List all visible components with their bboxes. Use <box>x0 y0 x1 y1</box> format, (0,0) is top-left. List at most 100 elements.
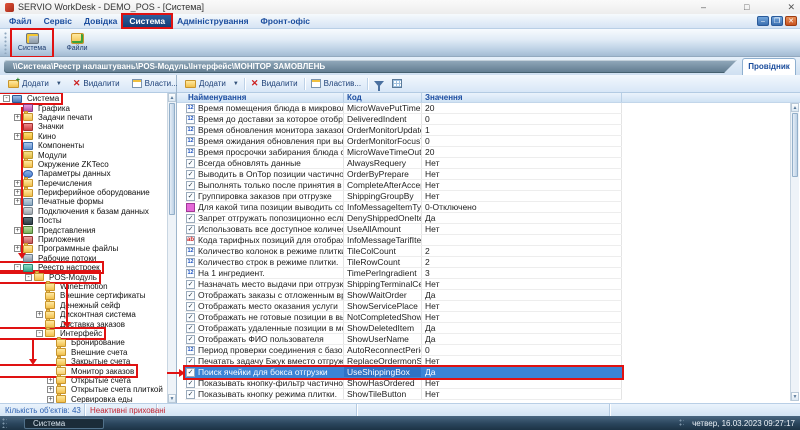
menu-item[interactable]: Система <box>123 15 171 27</box>
tree-item[interactable]: + Дисконтная система <box>0 310 138 319</box>
add-dropdown-icon[interactable]: ▼ <box>230 81 242 87</box>
table-row[interactable]: 12 Количество колонок в режиме плитки. T… <box>185 246 622 257</box>
table-row[interactable]: 12 Время обновления монитора заказов. Or… <box>185 125 622 136</box>
menu-item[interactable]: Сервіс <box>38 15 78 27</box>
tree-item[interactable]: + Сервировка еды <box>0 395 135 404</box>
column-header-value[interactable]: Значення <box>422 93 622 102</box>
expander-icon[interactable]: - <box>36 330 43 337</box>
expander-icon[interactable]: + <box>47 377 54 384</box>
table-row[interactable]: 12 Количество строк в режиме плитки. Til… <box>185 257 622 268</box>
tree-item[interactable]: Параметры данных <box>0 169 113 178</box>
table-row[interactable]: ✓ Выполнять только после принятия в рабо… <box>185 180 622 191</box>
table-row[interactable]: ✓ Запрет отгружать попозиционно если вес… <box>185 213 622 224</box>
tree-scrollbar[interactable]: ▲ ▼ <box>167 93 176 403</box>
expander-icon[interactable]: - <box>14 264 21 271</box>
toolbar-button[interactable]: Файли <box>57 30 97 56</box>
tree-item[interactable]: + Перечисления <box>0 179 94 188</box>
tree-item[interactable]: Внешние счета <box>0 348 129 357</box>
tree-item[interactable]: + Открытые счета плиткой <box>0 385 165 394</box>
table-scrollbar[interactable]: ▲ ▼ <box>790 103 799 401</box>
tab-system-window[interactable]: Система <box>24 418 104 429</box>
tree-item[interactable]: Модули <box>0 150 69 159</box>
table-row[interactable]: ✓ Показывать кнопку-фильтр частично приг… <box>185 378 622 389</box>
tree-item[interactable]: + Кино <box>0 132 58 141</box>
table-row[interactable]: ✓ Использовать все доступное количество … <box>185 224 622 235</box>
tree-item[interactable]: Графика <box>0 103 72 112</box>
tree-item[interactable]: + Печатные формы <box>0 197 106 206</box>
table-row[interactable]: ✓ Показывать кнопку режима плитки. ShowT… <box>185 389 622 400</box>
tree-item[interactable]: Бронирование <box>0 338 127 347</box>
tree-item[interactable]: + Представления <box>0 225 98 234</box>
grid-settings-button[interactable] <box>388 77 406 91</box>
tree-item[interactable]: Окружение ZKTeco <box>0 160 111 169</box>
table-row[interactable]: 12 Период проверки соединения с базой да… <box>185 345 622 356</box>
tree-item[interactable]: Посты <box>0 216 64 225</box>
tree-item[interactable]: - Реестр настроек <box>0 263 102 272</box>
settings-properties-button[interactable]: Властив... <box>307 77 366 91</box>
table-row[interactable]: 12 Время до доставки за которое отобража… <box>185 114 622 125</box>
scroll-up-icon[interactable]: ▲ <box>791 103 799 112</box>
tree-item[interactable]: - Интерфейс <box>0 329 104 338</box>
settings-add-button[interactable]: Додати <box>181 77 230 91</box>
table-row[interactable]: ✓ Отображать не готовые позиции в выдаче… <box>185 312 622 323</box>
tree-item[interactable]: Рабочие потоки <box>0 254 98 263</box>
toolbar-grip[interactable] <box>4 32 8 54</box>
expander-icon[interactable]: + <box>14 133 21 140</box>
expander-icon[interactable]: + <box>47 396 54 403</box>
menu-item[interactable]: Адміністрування <box>171 15 254 27</box>
add-dropdown-icon[interactable]: ▼ <box>53 81 65 87</box>
column-header-name[interactable]: Найменування <box>185 93 344 102</box>
expander-icon[interactable]: + <box>14 198 21 205</box>
tree-item[interactable]: Компоненты <box>0 141 86 150</box>
minimize-icon[interactable]: – <box>701 1 706 13</box>
expander-icon[interactable]: - <box>3 95 10 102</box>
tree-item[interactable]: Монитор заказов <box>0 366 136 375</box>
table-row[interactable]: ✓ Выводить в OnTop позиции частично приг… <box>185 169 622 180</box>
tab-explorer[interactable]: Провідник <box>742 58 796 75</box>
tree-properties-button[interactable]: Власти... <box>128 77 182 91</box>
tree-item[interactable]: WineEmotion <box>0 282 110 291</box>
tree-scroll-thumb[interactable] <box>169 103 175 215</box>
expander-icon[interactable]: + <box>14 189 21 196</box>
table-row[interactable]: ✓ Отображать удаленные позиции в монитор… <box>185 323 622 334</box>
expander-icon[interactable]: + <box>14 227 21 234</box>
settings-delete-button[interactable]: ✕ Видалити <box>247 77 302 91</box>
mdi-restore-icon[interactable]: ❐ <box>771 16 783 26</box>
table-row[interactable]: ✓ Отображать ФИО пользователя ShowUserNa… <box>185 334 622 345</box>
table-row[interactable]: 12 На 1 ингредиент. TimePerIngradient 3 <box>185 268 622 279</box>
table-row[interactable]: Для какой типа позиции выводить сообщени… <box>185 202 622 213</box>
expander-icon[interactable]: + <box>14 114 21 121</box>
expander-icon[interactable]: + <box>47 386 54 393</box>
scroll-down-icon[interactable]: ▼ <box>791 392 799 401</box>
tree-delete-button[interactable]: ✕ Видалити <box>69 77 124 91</box>
mdi-close-icon[interactable]: ✕ <box>785 16 797 26</box>
tree-item[interactable]: Приложения <box>0 235 87 244</box>
mdi-minimize-icon[interactable]: – <box>757 16 769 26</box>
expander-icon[interactable]: + <box>36 311 43 318</box>
tree-item[interactable]: Внешние сертификаты <box>0 291 147 300</box>
table-row[interactable]: ✓ Печатать задачу Бжук вместо отгруженно… <box>185 356 622 367</box>
menu-item[interactable]: Фронт-офіс <box>255 15 317 27</box>
tree-add-button[interactable]: Додати <box>4 77 53 91</box>
table-row[interactable]: ✓ Отображать место оказания услуги ShowS… <box>185 301 622 312</box>
table-row[interactable]: ✓ Отображать заказы с отложенным времене… <box>185 290 622 301</box>
table-row[interactable]: 12 Время просрочки забирания блюда с мик… <box>185 147 622 158</box>
menu-item[interactable]: Довідка <box>78 15 123 27</box>
tree-item[interactable]: + Задачи печати <box>0 113 94 122</box>
expander-icon[interactable]: + <box>14 245 21 252</box>
tree-item[interactable]: Закрытые счета <box>0 357 132 366</box>
table-row[interactable]: ab Кода тарифных позиций для отображения… <box>185 235 622 246</box>
tree-item[interactable]: Значки <box>0 122 66 131</box>
scroll-down-icon[interactable]: ▼ <box>168 394 176 403</box>
table-row[interactable]: 12 Время помещения блюда в микроволновку… <box>185 103 622 114</box>
table-row[interactable]: ✓ Группировка заказов при отгрузке Shipp… <box>185 191 622 202</box>
close-icon[interactable]: ✕ <box>787 1 795 13</box>
tree-item[interactable]: - Система <box>0 94 61 103</box>
scroll-up-icon[interactable]: ▲ <box>168 93 176 102</box>
expander-icon[interactable]: - <box>25 274 32 281</box>
menu-item[interactable]: Файл <box>3 15 38 27</box>
filter-button[interactable] <box>370 77 388 91</box>
table-row[interactable]: ✓ Всегда обновлять данные AlwaysRequery … <box>185 158 622 169</box>
maximize-icon[interactable]: □ <box>744 1 749 13</box>
table-scroll-thumb[interactable] <box>792 113 798 177</box>
